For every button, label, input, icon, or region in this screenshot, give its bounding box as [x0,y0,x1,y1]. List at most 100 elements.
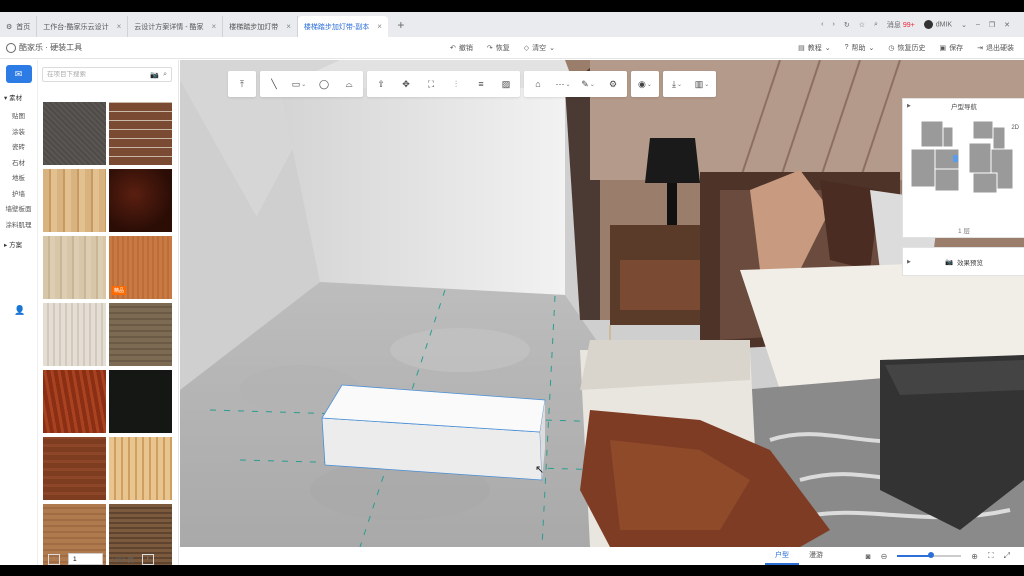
material-tile[interactable] [43,303,106,366]
settings-icon[interactable]: ⚙ [604,75,622,93]
material-tile[interactable] [109,437,172,500]
restore-icon[interactable]: ❐ [989,21,995,29]
material-tile[interactable] [109,169,172,232]
prev-page-button[interactable]: ‹ [48,553,60,565]
rail-item[interactable]: 涂装 [0,125,37,141]
align-icon[interactable]: ≡ [472,75,490,93]
search-icon[interactable]: ⌕ [163,71,167,79]
zoom-slider[interactable] [897,552,962,558]
tab-stairs[interactable]: 楼梯踏步加灯带 × [223,16,298,37]
toolbar-group: ⤒ [228,71,256,97]
search-input[interactable] [47,71,147,78]
navigator-header[interactable]: ▶ 户型导航 [903,99,1024,113]
material-tile[interactable] [43,236,106,299]
material-tile[interactable] [109,370,172,433]
rail-item[interactable]: 瓷砖 [0,140,37,156]
distribute-icon[interactable]: ⋯ [554,75,572,93]
clear-button[interactable]: ◇ 清空 ⌄ [524,43,555,53]
back-icon[interactable]: ‹ [821,21,823,28]
collapse-arrow-icon[interactable]: ▶ [907,103,911,109]
history-button[interactable]: ◷ 恢复历史 [888,43,925,53]
material-tile[interactable] [43,437,106,500]
material-tile[interactable] [43,102,106,165]
exit-button[interactable]: ⇥ 退出硬装 [977,43,1014,53]
close-icon[interactable]: × [377,22,382,31]
fit-view-icon[interactable]: ⛶ [988,551,994,561]
image-icon[interactable]: ▨ [497,75,515,93]
tab-floorplan[interactable]: 户型 [765,547,799,565]
app-header: 酷家乐 · 硬装工具 ↶ 撤销 ↷ 恢复 ◇ 清空 ⌄ ▤ 教程 ⌄ ? 帮助 ⌄ ◷ 恢复… [0,37,1024,59]
tutorial-button[interactable]: ▤ 教程 ⌄ [798,43,831,53]
user-icon[interactable]: 👤 [14,305,25,316]
tab-stairs-copy[interactable]: 楼梯踏步加灯带-副本 × [297,16,388,37]
header-actions: ▤ 教程 ⌄ ? 帮助 ⌄ ◷ 恢复历史 ▣ 保存 ⇥ 退出硬装 [798,43,1014,53]
paint-icon[interactable]: ✎ [579,75,597,93]
floorplan-navigator: ▶ 户型导航 2D 1 层 [902,98,1024,238]
material-tile[interactable] [43,370,106,433]
stamp-icon[interactable]: ⌂ [529,75,547,93]
view-mode-icon[interactable]: ▥ [693,75,711,93]
close-window-icon[interactable]: ✕ [1004,21,1010,29]
zoom-slider-handle[interactable] [927,552,934,558]
upload-icon[interactable]: ⤒ [233,75,251,93]
new-tab-button[interactable]: + [392,16,410,34]
camera-icon[interactable]: 📷 [150,71,159,79]
camera-icon[interactable]: ◙ [866,552,871,561]
tab-workbench[interactable]: 工作台-酷家乐云设计 × [37,16,129,37]
split-icon[interactable]: ⫶ [447,75,465,93]
floorplan-map[interactable] [909,121,1021,217]
rail-item[interactable]: 墙壁板面 [0,202,37,218]
line-tool-icon[interactable]: ╲ [265,75,283,93]
next-page-button[interactable]: › [141,553,154,565]
app-logo[interactable]: 酷家乐 · 硬装工具 [0,42,150,53]
arc-tool-icon[interactable]: ⌓ [340,75,358,93]
undo-icon: ↶ [450,44,456,52]
minimize-icon[interactable]: – [976,21,980,28]
close-icon[interactable]: × [286,22,291,31]
chevron-down-icon[interactable]: ⌄ [961,21,967,29]
rail-item[interactable]: 护墙 [0,187,37,203]
bookmark-icon[interactable]: ☆ [859,21,865,29]
undo-button[interactable]: ↶ 撤销 [450,43,473,53]
message-link[interactable]: 消息 99+ [887,20,915,30]
close-icon[interactable]: × [212,22,217,31]
rail-item[interactable]: 涂料肌理 [0,218,37,234]
user-menu[interactable]: dMIK [923,20,952,29]
material-tile[interactable] [109,102,172,165]
tab-roam[interactable]: 漫游 [799,547,833,565]
search-icon[interactable]: ⌕ [874,21,878,29]
tab-home[interactable]: ⚙ 首页 [0,16,38,37]
move-icon[interactable]: ✥ [397,75,415,93]
fullscreen-icon[interactable]: ⤢ [1004,551,1010,561]
rail-item[interactable]: 地板 [0,171,37,187]
help-button[interactable]: ? 帮助 ⌄ [845,43,875,53]
material-tile[interactable]: 精品 [109,236,172,299]
page-input[interactable] [68,553,103,565]
circle-tool-icon[interactable]: ◯ [315,75,333,93]
crop-icon[interactable]: ⛶ [422,75,440,93]
zoom-out-icon[interactable]: ⊖ [881,552,888,561]
save-icon: ▣ [939,44,947,52]
collapse-arrow-icon[interactable]: ▶ [907,259,911,265]
rectangle-tool-icon[interactable]: ▭ [290,75,308,93]
download-icon[interactable]: ⤓ [668,75,686,93]
rail-group-scheme[interactable]: ▸ 方案 [0,239,37,249]
mail-icon[interactable]: ✉ [5,65,32,83]
extrude-icon[interactable]: ⇧ [372,75,390,93]
material-tile[interactable] [43,169,106,232]
visibility-icon[interactable]: ◉ [636,75,654,93]
3d-viewport[interactable]: ↖ ⤒ ╲ ▭ ⌄ ◯ ⌓ ⇧ ✥ ⛶ ⫶ ≡ ▨ ⌂ ⋯ ⌄ ✎ ⌄ ⚙ ◉ … [180,60,1024,547]
material-tile[interactable] [109,303,172,366]
tab-design-detail[interactable]: 云设计方案详情 - 酷家 × [128,16,224,37]
forward-icon[interactable]: › [832,21,834,28]
close-icon[interactable]: × [117,22,122,31]
rail-item[interactable]: 石材 [0,156,37,172]
effect-preview-button[interactable]: ▶ 📷 效果预览 [902,247,1024,276]
rail-group-material[interactable]: ▾ 素材 [0,92,37,102]
refresh-icon[interactable]: ↻ [844,21,850,29]
floor-selector[interactable]: 1 层 [903,225,1024,235]
rail-item[interactable]: 贴图 [0,109,37,125]
save-button[interactable]: ▣ 保存 [940,43,964,53]
zoom-in-icon[interactable]: ⊕ [971,552,978,561]
redo-button[interactable]: ↷ 恢复 [487,43,510,53]
